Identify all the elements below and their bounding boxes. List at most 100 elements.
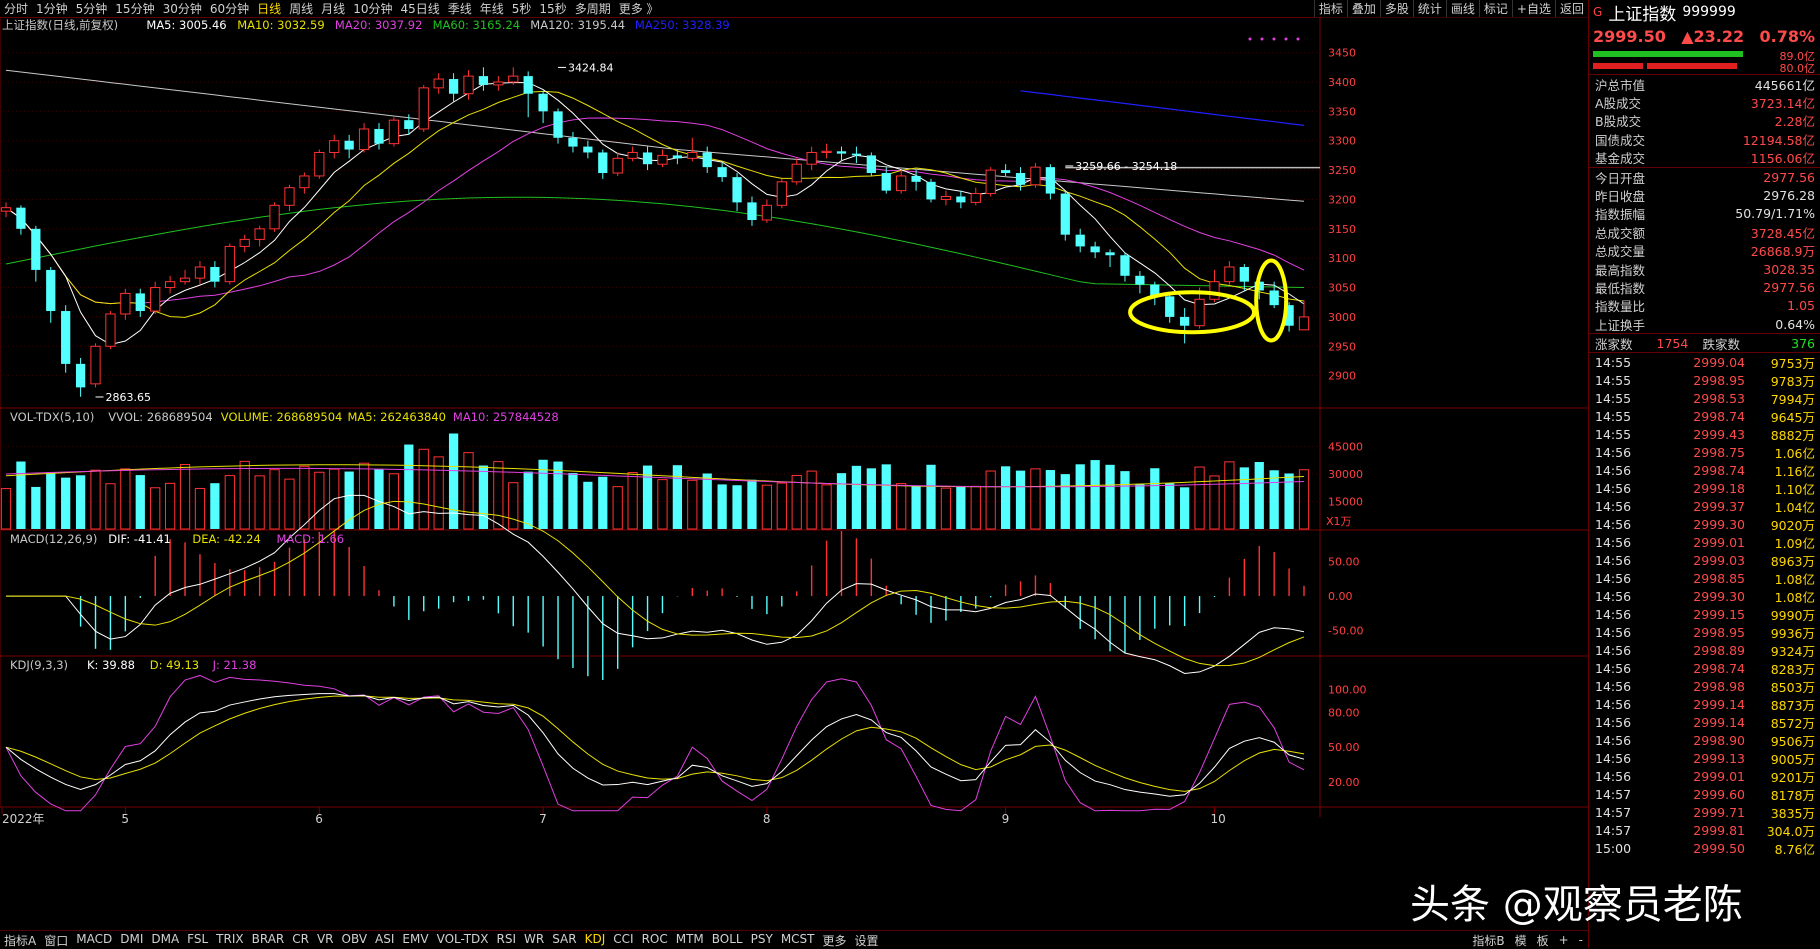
bottom-tool-4[interactable]: - (1574, 933, 1588, 947)
tick-time: 14:56 (1595, 642, 1632, 658)
volume-bar (687, 479, 698, 530)
indicator-tab-23[interactable]: MCST (777, 932, 819, 949)
indicator-tab-1[interactable]: 窗口 (40, 932, 72, 949)
kdj-legend-item: KDJ(9,3,3) (10, 658, 68, 672)
tool-button-3[interactable]: 统计 (1412, 0, 1446, 17)
candle-body (1298, 316, 1310, 331)
candle-body (627, 151, 638, 159)
indicator-tab-13[interactable]: VOL-TDX (433, 932, 493, 949)
tick-list[interactable]: 14:55 2999.04 9753万 14:55 2998.95 9783万 14:55 2… (1589, 353, 1820, 839)
indicator-tab-12[interactable]: EMV (398, 932, 432, 949)
kline-chart[interactable]: 3450 3400 3350 3300 3250 3200 3150 3100 3050 3000… (0, 17, 1588, 930)
volume-bar (1120, 471, 1130, 529)
tool-button-2[interactable]: 多股 (1379, 0, 1413, 17)
period-tab-6[interactable]: 日线 (253, 0, 285, 17)
candle-body (150, 287, 161, 312)
indicator-tab-5[interactable]: FSL (183, 932, 212, 949)
candle-body (388, 119, 400, 145)
indicator-tab-14[interactable]: RSI (493, 932, 521, 949)
period-tab-11[interactable]: 季线 (444, 0, 476, 17)
indicator-tab-3[interactable]: DMI (116, 932, 147, 949)
period-tab-13[interactable]: 5秒 (508, 0, 536, 17)
indicator-tab-18[interactable]: CCI (609, 932, 637, 949)
period-tab-12[interactable]: 年线 (476, 0, 508, 17)
indicator-tab-25[interactable]: 设置 (851, 932, 883, 949)
x-label: 10 (1210, 812, 1225, 826)
tick-time: 14:56 (1595, 660, 1632, 676)
tick-price: 2999.30 (1693, 516, 1745, 532)
indicator-tab-4[interactable]: DMA (147, 932, 183, 949)
indicator-tab-17[interactable]: KDJ (581, 932, 610, 949)
candle-body (1135, 275, 1145, 285)
tool-button-4[interactable]: 画线 (1445, 0, 1479, 17)
volume-bar (418, 448, 429, 530)
candle-body (433, 78, 444, 89)
indicator-tab-9[interactable]: VR (313, 932, 338, 949)
period-tab-10[interactable]: 45日线 (396, 0, 443, 17)
volume-bar (284, 478, 295, 530)
tool-button-1[interactable]: 叠加 (1346, 0, 1380, 17)
period-tab-8[interactable]: 月线 (317, 0, 349, 17)
volume-bar (16, 461, 26, 529)
indicator-tab-6[interactable]: TRIX (212, 932, 247, 949)
indicator-tab-22[interactable]: PSY (747, 932, 777, 949)
indicator-tab-24[interactable]: 更多 (819, 932, 851, 949)
volume-bar (46, 472, 56, 529)
period-tab-4[interactable]: 30分钟 (159, 0, 206, 17)
stat-value: 12194.58亿 (1742, 132, 1815, 148)
stat-value: 26868.9万 (1750, 244, 1815, 260)
period-tab-3[interactable]: 15分钟 (111, 0, 158, 17)
bottom-tool-0[interactable]: 指标B (1467, 932, 1509, 949)
bottom-tool-2[interactable]: 板 (1532, 932, 1554, 949)
bottom-tool-1[interactable]: 模 (1510, 932, 1532, 949)
tick-volume: 304.0万 (1766, 823, 1815, 839)
indicator-tab-0[interactable]: 指标A (0, 932, 40, 949)
period-tab-9[interactable]: 10分钟 (349, 0, 396, 17)
price-tick: 3100 (1328, 252, 1356, 265)
stat-row: 指数振幅 50.79/1.71% (1589, 205, 1820, 223)
period-tab-7[interactable]: 周线 (285, 0, 317, 17)
volume-bar (553, 461, 563, 529)
stat-label: 总成交额 (1595, 225, 1646, 241)
indicator-tab-11[interactable]: ASI (371, 932, 398, 949)
tool-button-6[interactable]: +自选 (1511, 0, 1555, 17)
volume-bar (1075, 464, 1085, 529)
j-line (5, 674, 1305, 812)
tick-volume: 9783万 (1770, 373, 1815, 389)
tick-row: 14:56 2999.18 1.10亿 (1589, 479, 1820, 497)
last-tick-volume: 8.76亿 (1774, 841, 1815, 857)
period-tab-0[interactable]: 分时 (0, 0, 32, 17)
period-tab-14[interactable]: 15秒 (535, 0, 570, 17)
stat-value: 3723.14亿 (1750, 96, 1815, 112)
period-tab-16[interactable]: 更多 》 (615, 0, 663, 17)
volume-bar (135, 475, 145, 529)
tick-time: 14:56 (1595, 768, 1632, 784)
stat-value: 2977.56 (1763, 279, 1815, 295)
candle-body (329, 140, 340, 153)
tool-button-5[interactable]: 标记 (1478, 0, 1512, 17)
tick-time: 14:56 (1595, 696, 1632, 712)
volume-bar (1135, 484, 1145, 529)
indicator-tab-20[interactable]: MTM (672, 932, 708, 949)
period-tab-1[interactable]: 1分钟 (32, 0, 72, 17)
indicator-tab-16[interactable]: SAR (548, 932, 580, 949)
kdj-legend-item: D: 49.13 (150, 658, 199, 672)
indicator-tab-2[interactable]: MACD (72, 932, 116, 949)
volume-bar (806, 470, 817, 530)
indicator-tab-21[interactable]: BOLL (708, 932, 747, 949)
tool-button-0[interactable]: 指标 (1313, 0, 1347, 17)
candle-body (120, 292, 131, 315)
period-tab-2[interactable]: 5分钟 (72, 0, 112, 17)
tick-row: 14:56 2998.95 9936万 (1589, 623, 1820, 641)
indicator-tab-15[interactable]: WR (520, 932, 548, 949)
indicator-tab-10[interactable]: OBV (338, 932, 372, 949)
indicator-tab-19[interactable]: ROC (638, 932, 672, 949)
period-tab-15[interactable]: 多周期 (571, 0, 615, 17)
candle-body (90, 345, 101, 385)
bottom-tool-3[interactable]: + (1554, 933, 1574, 947)
tool-button-7[interactable]: 返回 (1554, 0, 1588, 17)
period-tab-5[interactable]: 60分钟 (206, 0, 253, 17)
ma120-line (5, 69, 1305, 202)
indicator-tab-8[interactable]: CR (288, 932, 313, 949)
indicator-tab-7[interactable]: BRAR (248, 932, 289, 949)
